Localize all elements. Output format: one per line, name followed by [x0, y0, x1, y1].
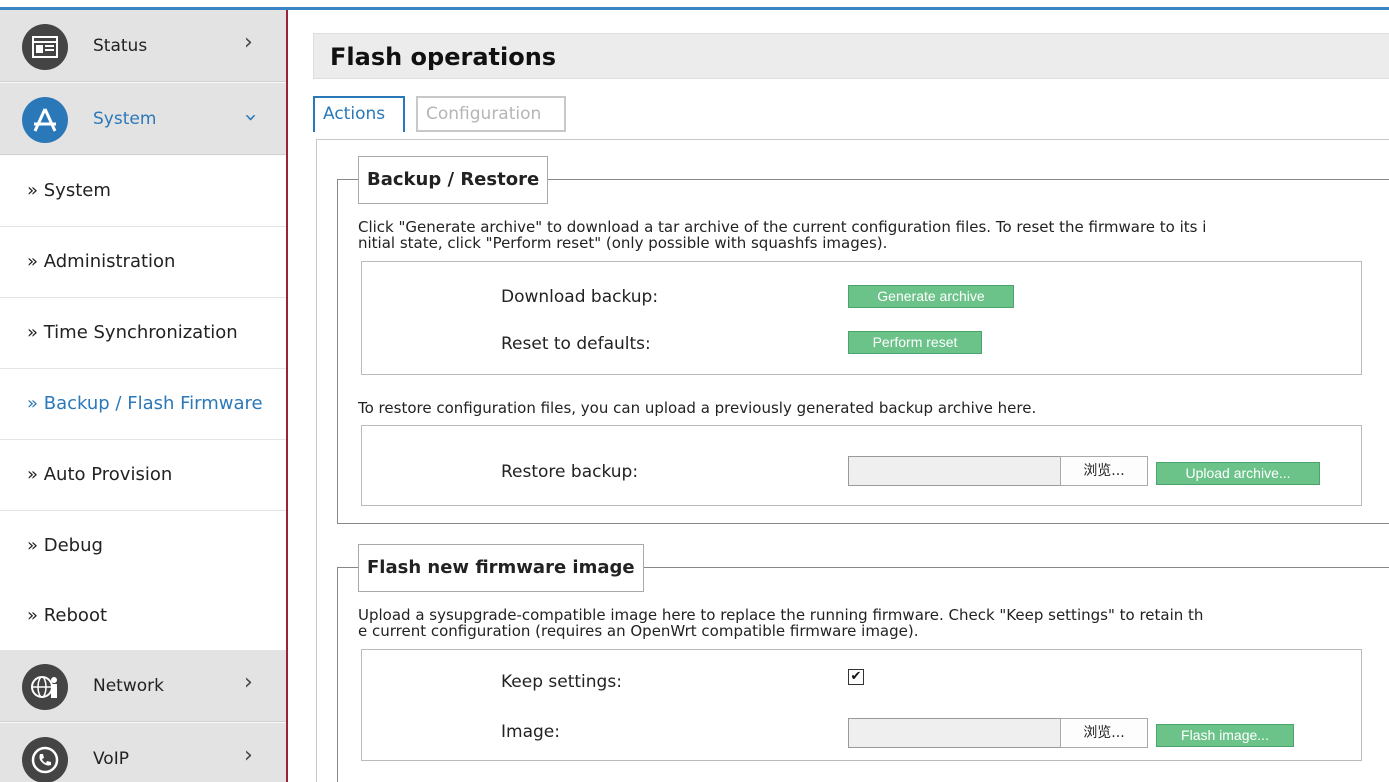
sidebar-item-label: » Backup / Flash Firmware: [27, 393, 263, 414]
sidebar-category-network[interactable]: Network ›: [0, 650, 286, 722]
sidebar-item-debug[interactable]: » Debug: [0, 511, 286, 582]
globe-person-icon: [22, 664, 68, 710]
section-description: nitial state, click "Perform reset" (onl…: [358, 234, 888, 252]
section-description: Upload a sysupgrade-compatible image her…: [358, 606, 1204, 624]
status-icon: [22, 24, 68, 70]
chevron-right-icon: ›: [244, 670, 253, 695]
sidebar-item-reboot[interactable]: » Reboot: [0, 581, 286, 652]
backup-restore-section: Backup / Restore Click "Generate archive…: [337, 156, 1389, 524]
restore-box: Restore backup: 浏览... Upload archive...: [361, 425, 1362, 506]
sidebar-category-label: System: [93, 109, 157, 129]
top-accent-bar: [0, 0, 1389, 10]
sidebar-item-label: » Debug: [27, 535, 103, 556]
generate-archive-button[interactable]: Generate archive: [847, 284, 1015, 309]
keep-settings-checkbox[interactable]: ✔: [848, 669, 864, 685]
sidebar-item-label: » Reboot: [27, 605, 108, 626]
page-title-bar: Flash operations: [313, 33, 1389, 79]
restore-browse-button[interactable]: 浏览...: [1060, 456, 1148, 486]
sidebar-item-label: » Time Synchronization: [27, 322, 238, 343]
section-legend: Backup / Restore: [358, 156, 549, 204]
section-legend: Flash new firmware image: [358, 544, 644, 592]
chevron-right-icon: ›: [244, 743, 253, 768]
sidebar-category-voip[interactable]: VoIP ›: [0, 723, 286, 782]
upload-archive-button[interactable]: Upload archive...: [1155, 461, 1321, 486]
restore-file-input[interactable]: [848, 456, 1060, 486]
phone-icon: [22, 737, 68, 782]
sidebar-category-label: VoIP: [93, 749, 129, 769]
sidebar-item-time-synchronization[interactable]: » Time Synchronization: [0, 298, 286, 369]
chevron-down-icon: ›: [237, 113, 263, 122]
restore-backup-label: Restore backup:: [501, 462, 639, 482]
sidebar-item-administration[interactable]: » Administration: [0, 227, 286, 298]
download-backup-label: Download backup:: [501, 287, 659, 307]
tab-panel: Backup / Restore Click "Generate archive…: [316, 139, 1389, 782]
reset-defaults-label: Reset to defaults:: [501, 334, 651, 354]
main-content: Flash operations Actions Configuration B…: [313, 33, 1389, 782]
sidebar-item-system[interactable]: » System: [0, 156, 286, 227]
page-title: Flash operations: [330, 43, 557, 71]
sidebar-category-status[interactable]: Status ›: [0, 10, 286, 82]
sidebar-item-label: » System: [27, 180, 111, 201]
sidebar-item-auto-provision[interactable]: » Auto Provision: [0, 440, 286, 511]
sidebar: Status › System › » System » Administrat…: [0, 10, 288, 782]
sidebar-item-label: » Auto Provision: [27, 464, 173, 485]
sidebar-category-label: Network: [93, 676, 164, 696]
keep-settings-label: Keep settings:: [501, 672, 622, 692]
sidebar-item-label: » Administration: [27, 251, 176, 272]
image-file-input[interactable]: [848, 718, 1060, 748]
restore-description: To restore configuration files, you can …: [358, 399, 1037, 417]
section-description: Click "Generate archive" to download a t…: [358, 218, 1207, 236]
app-store-icon: [22, 97, 68, 143]
chevron-right-icon: ›: [244, 30, 253, 55]
sidebar-category-system[interactable]: System ›: [0, 83, 286, 155]
flash-image-button[interactable]: Flash image...: [1155, 723, 1295, 748]
image-browse-button[interactable]: 浏览...: [1060, 718, 1148, 748]
tab-configuration[interactable]: Configuration: [416, 96, 566, 132]
perform-reset-button[interactable]: Perform reset: [847, 330, 983, 355]
image-label: Image:: [501, 722, 560, 742]
section-description: e current configuration (requires an Ope…: [358, 622, 919, 640]
backup-actions-box: Download backup: Generate archive Reset …: [361, 261, 1362, 375]
sidebar-category-label: Status: [93, 36, 148, 56]
sidebar-item-backup-flash-firmware[interactable]: » Backup / Flash Firmware: [0, 369, 286, 440]
tab-actions[interactable]: Actions: [313, 96, 405, 132]
flash-box: Keep settings: ✔ Image: 浏览... Flash imag…: [361, 649, 1362, 761]
flash-firmware-section: Flash new firmware image Upload a sysupg…: [337, 544, 1389, 782]
